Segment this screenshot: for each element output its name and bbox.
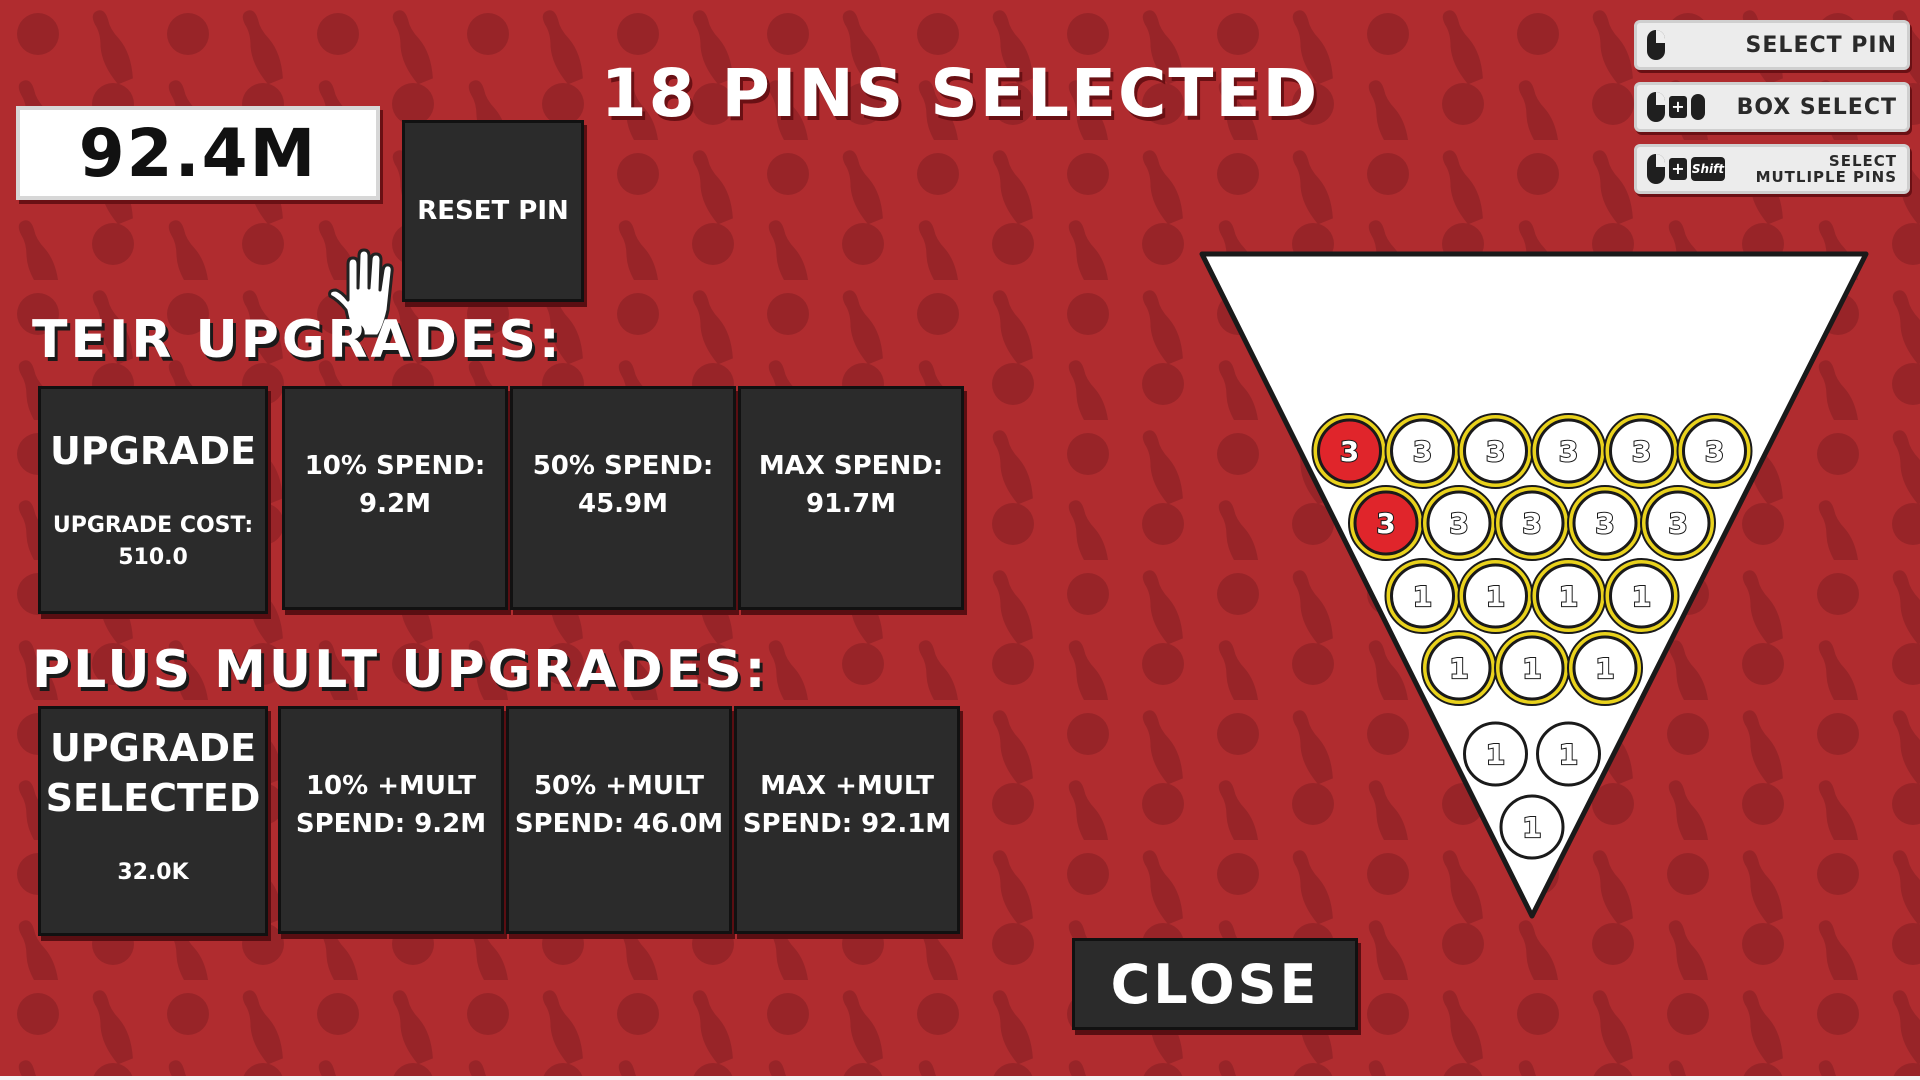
box-select-hint: + BOX SELECT — [1634, 82, 1910, 132]
pin[interactable]: 1 — [1421, 630, 1497, 706]
left-click-mouse-icon — [1647, 30, 1665, 60]
pin[interactable]: 1 — [1384, 558, 1461, 634]
bottom-strip — [0, 1076, 1920, 1080]
tier-spend-max-button[interactable]: MAX SPEND: 91.7M — [738, 386, 964, 610]
pin-value-label: 1 — [1413, 580, 1432, 613]
pin[interactable]: 1 — [1463, 721, 1528, 787]
mult-upgrade-button[interactable]: UPGRADE SELECTED 32.0K — [38, 706, 268, 936]
tier-spend-10-button[interactable]: 10% SPEND: 9.2M — [282, 386, 508, 610]
tier-spend-50-button[interactable]: 50% SPEND: 45.9M — [510, 386, 736, 610]
pin-value-label: 3 — [1595, 507, 1614, 540]
plus-icon: + — [1669, 158, 1687, 180]
mult-spend-label: MAX +MULT — [760, 771, 934, 801]
tier-upgrade-title: UPGRADE — [49, 429, 257, 473]
drag-mouse-icon — [1691, 94, 1705, 120]
pin[interactable]: 3 — [1457, 413, 1534, 489]
multi-select-label: SELECT MUTLIPLE PINS — [1756, 153, 1897, 185]
mult-spend-10-button[interactable]: 10% +MULT SPEND: 9.2M — [278, 706, 504, 934]
pin-value-label: 3 — [1632, 435, 1651, 468]
pin-value-label: 3 — [1705, 435, 1724, 468]
pin[interactable]: 3 — [1640, 485, 1716, 561]
pin[interactable]: 3 — [1421, 485, 1497, 561]
select-pin-hint: SELECT PIN — [1634, 20, 1910, 70]
pin[interactable]: 3 — [1676, 413, 1753, 489]
tier-upgrade-cost-label: UPGRADE COST: — [52, 513, 254, 538]
close-button[interactable]: CLOSE — [1072, 938, 1358, 1030]
mult-upgrade-cost: 32.0K — [117, 860, 189, 885]
pin[interactable]: 1 — [1536, 721, 1601, 787]
box-select-label: BOX SELECT — [1736, 94, 1897, 120]
pin[interactable]: 1 — [1567, 630, 1643, 706]
spend-label: MAX SPEND: — [758, 451, 944, 481]
pin[interactable]: 3 — [1384, 413, 1461, 489]
pin-value-label: 3 — [1340, 435, 1359, 468]
pin[interactable]: 1 — [1494, 630, 1570, 706]
mult-spend-max-button[interactable]: MAX +MULT SPEND: 92.1M — [734, 706, 960, 934]
pin-value-label: 1 — [1632, 580, 1651, 613]
mult-upgrades-heading: PLUS MULT UPGRADES: — [32, 640, 769, 700]
spend-label: 50% SPEND: — [532, 451, 714, 481]
money-display: 92.4M — [16, 106, 380, 200]
pin[interactable]: 1 — [1499, 794, 1565, 860]
pin-value-label: 3 — [1376, 507, 1395, 540]
mult-spend-label: 10% +MULT — [305, 771, 477, 801]
multi-select-hint: + Shift SELECT MUTLIPLE PINS — [1634, 144, 1910, 194]
reset-pin-button[interactable]: RESET PIN — [402, 120, 584, 302]
pin-value-label: 1 — [1486, 580, 1505, 613]
pin[interactable]: 1 — [1530, 558, 1607, 634]
pin-value-label: 3 — [1486, 435, 1505, 468]
mult-spend-value: SPEND: 92.1M — [742, 809, 952, 839]
pin-rack: 3 3 3 3 3 3 3 3 3 3 3 1 1 1 1 1 1 1 1 1 1 — [1199, 251, 1869, 919]
pin[interactable]: 3 — [1348, 485, 1424, 561]
pin-value-label: 1 — [1486, 738, 1505, 771]
pin[interactable]: 3 — [1530, 413, 1607, 489]
pin-value-label: 3 — [1522, 507, 1541, 540]
tier-upgrades-heading: TEIR UPGRADES: — [32, 310, 563, 370]
pin-value-label: 1 — [1522, 652, 1541, 685]
pin-value-label: 1 — [1522, 811, 1541, 844]
tier-upgrade-button[interactable]: UPGRADE UPGRADE COST: 510.0 — [38, 386, 268, 614]
spend-value: 45.9M — [577, 489, 669, 519]
spend-value: 91.7M — [805, 489, 897, 519]
spend-label: 10% SPEND: — [304, 451, 486, 481]
pin[interactable]: 1 — [1457, 558, 1534, 634]
left-click-mouse-icon — [1647, 92, 1665, 122]
plus-icon: + — [1669, 96, 1687, 118]
multi-select-line2: MUTLIPLE PINS — [1755, 168, 1897, 186]
pin[interactable]: 3 — [1603, 413, 1680, 489]
spend-value: 9.2M — [359, 489, 431, 519]
pin-value-label: 1 — [1559, 738, 1578, 771]
pin[interactable]: 3 — [1494, 485, 1570, 561]
mult-spend-50-button[interactable]: 50% +MULT SPEND: 46.0M — [506, 706, 732, 934]
pin-value-label: 1 — [1449, 652, 1468, 685]
pin-value-label: 3 — [1668, 507, 1687, 540]
tier-upgrade-cost-value: 510.0 — [118, 545, 188, 570]
mult-upgrade-line1: UPGRADE — [49, 726, 257, 770]
pin[interactable]: 3 — [1567, 485, 1643, 561]
left-click-mouse-icon — [1647, 154, 1665, 184]
mult-upgrade-line2: SELECTED — [45, 776, 261, 820]
mult-spend-label: 50% +MULT — [533, 771, 705, 801]
shift-key-icon: Shift — [1691, 157, 1725, 181]
pin[interactable]: 1 — [1603, 558, 1680, 634]
select-pin-label: SELECT PIN — [1745, 32, 1897, 58]
pin[interactable]: 3 — [1311, 413, 1388, 489]
mult-spend-value: SPEND: 46.0M — [514, 809, 724, 839]
pin-value-label: 1 — [1559, 580, 1578, 613]
pin-value-label: 3 — [1449, 507, 1468, 540]
mult-spend-value: SPEND: 9.2M — [295, 809, 487, 839]
pin-value-label: 1 — [1595, 652, 1614, 685]
pin-value-label: 3 — [1559, 435, 1578, 468]
pin-value-label: 3 — [1413, 435, 1432, 468]
page-title: 18 PINS SELECTED — [600, 55, 1320, 132]
